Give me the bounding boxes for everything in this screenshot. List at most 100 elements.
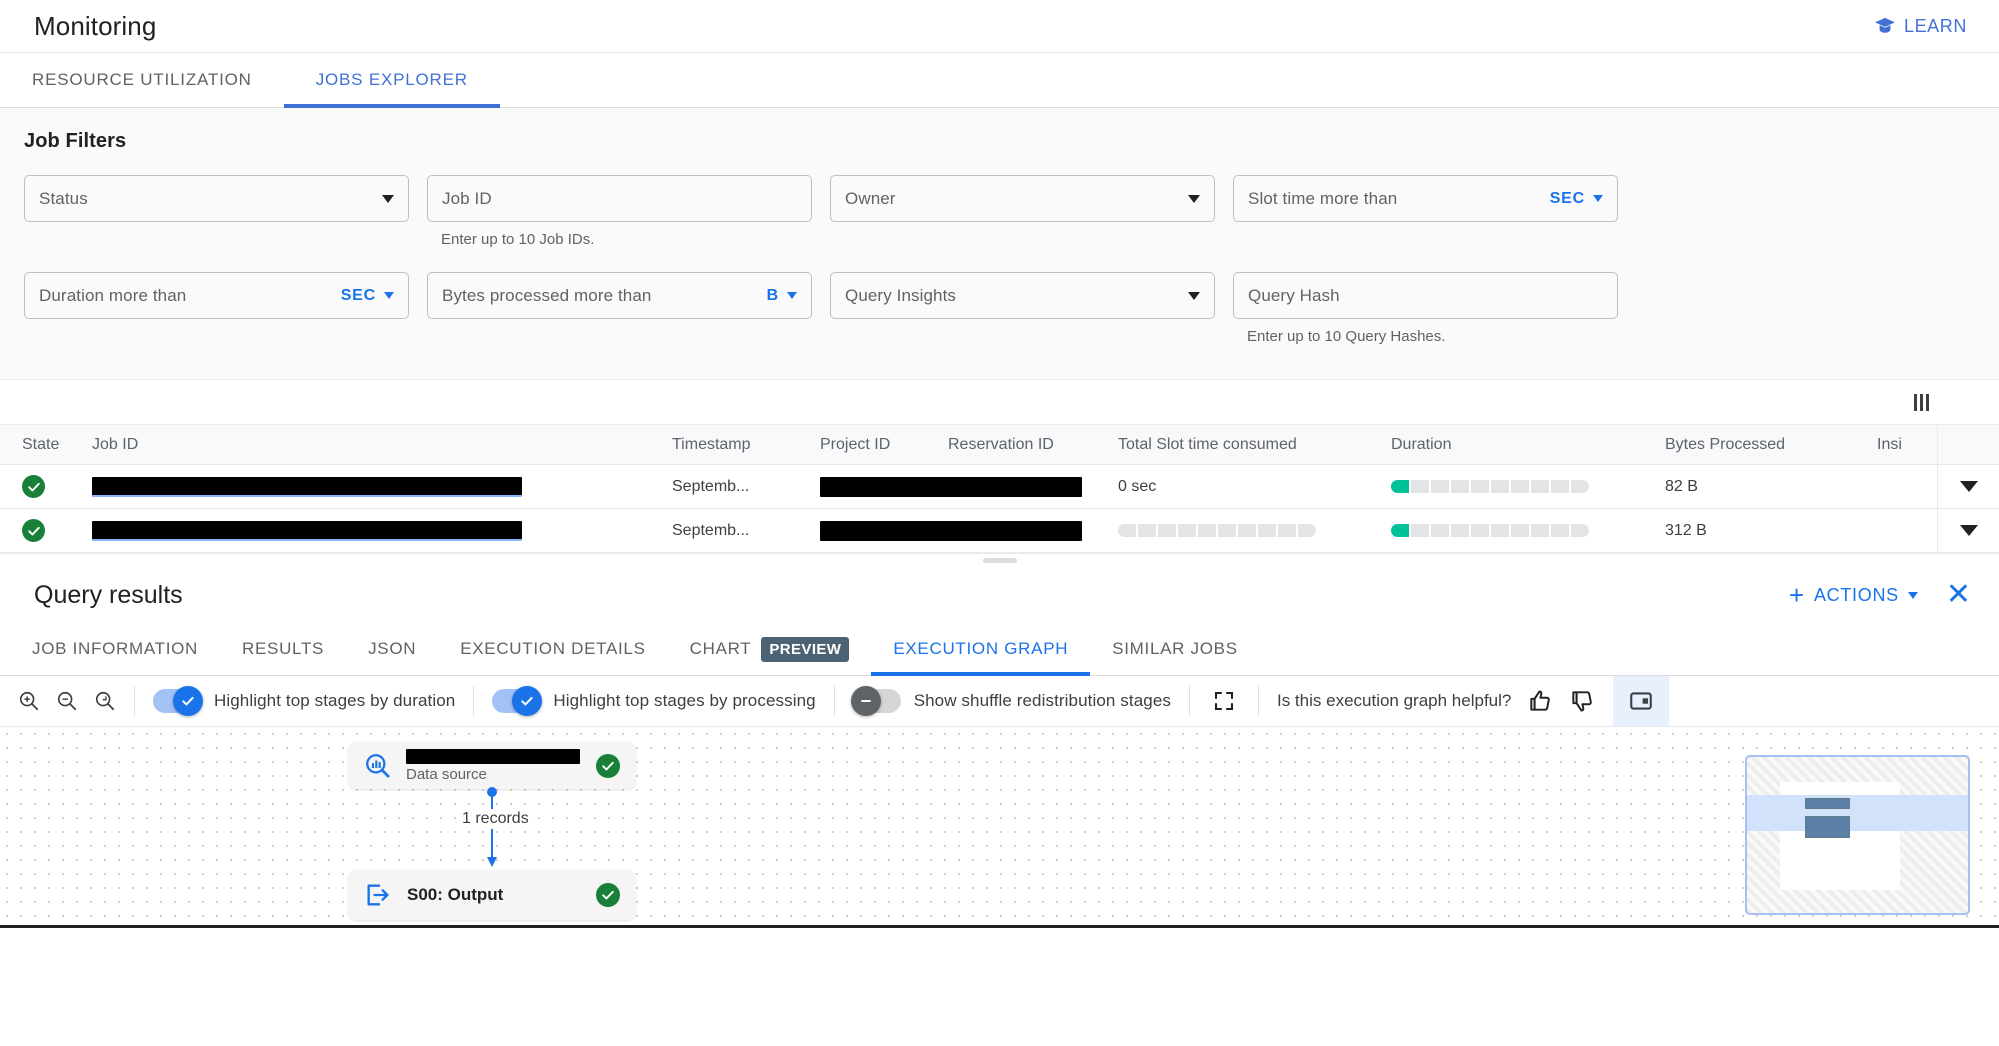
minimap-node [1805,798,1850,809]
col-timestamp[interactable]: Timestamp [672,436,820,454]
filter-status: Status [24,175,409,248]
col-bytes-processed[interactable]: Bytes Processed [1665,436,1877,454]
owner-select[interactable]: Owner [830,175,1215,222]
chevron-down-icon[interactable] [1959,481,1978,492]
thumb-down-icon[interactable] [1569,688,1595,714]
row-state [0,475,92,498]
query-insights-select[interactable]: Query Insights [830,272,1215,319]
learn-button[interactable]: LEARN [1866,10,1975,43]
query-results-title: Query results [34,580,183,609]
bytes-processed-placeholder: Bytes processed more than [442,285,652,305]
chevron-down-icon[interactable] [787,292,797,299]
tab-json[interactable]: JSON [346,623,438,675]
thumb-up-icon[interactable] [1527,688,1553,714]
slot-time-input[interactable]: Slot time more than SEC [1233,175,1618,222]
job-id-input[interactable]: Job ID [427,175,812,222]
duration-placeholder: Duration more than [39,285,187,305]
filter-bytes-processed: Bytes processed more than B [427,272,812,345]
redacted-project-id [820,476,1082,497]
node-sublabel: Data source [406,765,487,783]
chevron-down-icon [1188,194,1200,203]
output-arrow-icon [364,881,392,909]
execution-graph-canvas[interactable]: Data source 1 records S00: Output [0,727,1999,928]
fullscreen-group [1190,676,1258,726]
row-timestamp: Septemb... [672,521,750,539]
fullscreen-icon[interactable] [1208,689,1240,713]
actions-button[interactable]: + ACTIONS [1789,582,1918,608]
tab-jobs-explorer[interactable]: JOBS EXPLORER [283,53,500,108]
job-id-helper: Enter up to 10 Job IDs. [441,231,595,248]
row-project-id [820,520,1082,541]
table-row[interactable]: Septemb... 0 sec 82 B [0,465,1999,509]
tab-chart[interactable]: CHART PREVIEW [668,623,872,675]
minimap-viewport[interactable] [1747,795,1968,831]
graph-node-data-source[interactable]: Data source [348,742,636,789]
tab-execution-details[interactable]: EXECUTION DETAILS [438,623,667,675]
graph-minimap[interactable] [1745,755,1970,915]
col-state[interactable]: State [0,436,92,454]
graph-node-output[interactable]: S00: Output [348,870,636,920]
toggle-label: Highlight top stages by duration [214,691,456,710]
query-hash-input[interactable]: Query Hash [1233,272,1618,319]
page-title: Monitoring [34,10,157,41]
chevron-down-icon[interactable] [1593,195,1603,202]
zoom-reset-icon[interactable] [94,690,116,712]
row-duration [1391,480,1665,493]
slot-time-unit[interactable]: SEC [1550,190,1585,208]
col-job-id[interactable]: Job ID [92,436,672,454]
toggle-highlight-processing[interactable]: Highlight top stages by processing [492,686,816,716]
filter-query-hash: Query Hash Enter up to 10 Query Hashes. [1233,272,1618,345]
bytes-processed-unit[interactable]: B [767,287,779,305]
table-row[interactable]: Septemb... 312 B [0,509,1999,553]
success-check-icon [596,883,620,907]
toggle-switch[interactable] [492,686,543,716]
feedback-group: Is this execution graph helpful? [1259,676,1613,726]
status-select[interactable]: Status [24,175,409,222]
chevron-down-icon[interactable] [384,292,394,299]
learn-label: LEARN [1903,15,1967,36]
duration-unit[interactable]: SEC [341,287,376,305]
toggle-switch[interactable] [850,686,901,716]
jobs-table: State Job ID Timestamp Project ID Reserv… [0,424,1999,553]
panel-drag-handle[interactable] [982,558,1017,563]
close-icon[interactable]: ✕ [1946,580,1971,610]
tab-similar-jobs[interactable]: SIMILAR JOBS [1090,623,1260,675]
jobs-table-header: State Job ID Timestamp Project ID Reserv… [0,424,1999,465]
toggle-switch[interactable] [153,686,203,716]
query-results-tabbar: JOB INFORMATION RESULTS JSON EXECUTION D… [0,623,1999,676]
success-check-icon [596,753,620,778]
chevron-down-icon[interactable] [1959,525,1978,536]
row-slot-time [1118,524,1391,537]
row-duration [1391,524,1665,537]
col-project-id[interactable]: Project ID [820,436,948,454]
query-hash-helper: Enter up to 10 Query Hashes. [1247,328,1446,345]
col-insights[interactable]: Insi [1877,436,1937,454]
col-duration[interactable]: Duration [1391,436,1665,454]
zoom-out-icon[interactable] [56,690,78,712]
side-panel-icon[interactable] [1613,676,1670,726]
tab-resource-utilization[interactable]: RESOURCE UTILIZATION [0,53,284,107]
row-expand-button[interactable] [1938,525,1999,536]
redacted-project-id [820,520,1082,541]
monitoring-page: Monitoring LEARN RESOURCE UTILIZATION JO… [0,0,1999,1046]
row-expand-button[interactable] [1938,481,1999,492]
toggle-show-shuffle-stages[interactable]: Show shuffle redistribution stages [850,686,1171,716]
tab-execution-graph[interactable]: EXECUTION GRAPH [871,623,1091,676]
tab-job-information[interactable]: JOB INFORMATION [10,623,220,675]
column-divider [1937,425,1938,464]
plus-icon: + [1789,580,1805,610]
toggle-highlight-duration[interactable]: Highlight top stages by duration [153,686,456,716]
col-reservation-id[interactable]: Reservation ID [948,436,1118,454]
slot-time-placeholder: Slot time more than [1248,188,1398,208]
columns-icon[interactable] [1908,388,1936,417]
data-source-search-icon [364,752,391,779]
zoom-in-icon[interactable] [18,690,40,712]
tab-results[interactable]: RESULTS [220,623,346,675]
chevron-down-icon [382,194,394,203]
query-results-header: Query results + ACTIONS ✕ [0,567,1999,623]
row-job-id [92,476,672,497]
duration-input[interactable]: Duration more than SEC [24,272,409,319]
bytes-processed-input[interactable]: Bytes processed more than B [427,272,812,319]
toggle-highlight-duration-group: Highlight top stages by duration [135,676,473,726]
col-total-slot-time[interactable]: Total Slot time consumed [1118,436,1391,454]
